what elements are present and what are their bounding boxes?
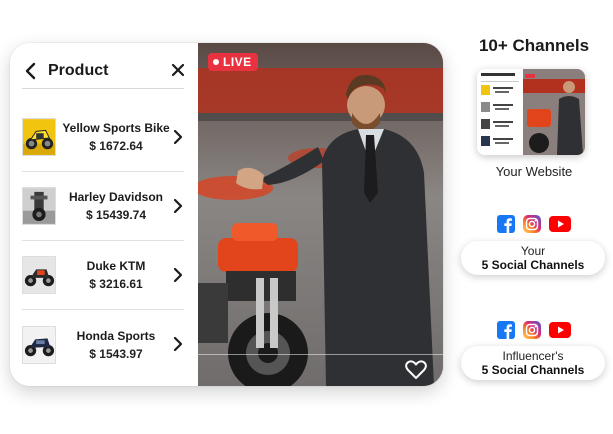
product-name: Harley Davidson (68, 190, 164, 204)
social-icons-row (489, 214, 579, 234)
product-thumbnail (22, 187, 56, 225)
chevron-right-icon[interactable] (172, 267, 184, 283)
product-price: $ 1543.97 (89, 346, 143, 361)
chevron-right-icon[interactable] (172, 198, 184, 214)
product-thumbnail (22, 118, 56, 156)
product-panel: Product Yellow Sports Bike $ 1672.64 Har… (10, 43, 198, 386)
showroom-video-frame (198, 43, 443, 386)
duke-bike-image (23, 257, 55, 293)
website-preview-image (477, 69, 585, 155)
website-label: Your Website (495, 164, 573, 179)
divider (198, 354, 443, 355)
live-video[interactable]: LIVE (198, 43, 443, 386)
pill-line-1: Your (520, 244, 546, 258)
your-social-channels-pill: Your 5 Social Channels (461, 241, 605, 275)
live-shopping-card: Product Yellow Sports Bike $ 1672.64 Har… (10, 43, 443, 386)
honda-bike-image (23, 326, 55, 363)
product-info: Honda Sports $ 1543.97 (56, 328, 184, 362)
product-name: Duke KTM (86, 259, 146, 273)
pill-line-1: Influencer's (502, 349, 564, 363)
close-icon[interactable] (170, 62, 186, 78)
divider (22, 88, 184, 89)
product-list: Yellow Sports Bike $ 1672.64 Harley Davi… (22, 103, 184, 379)
yellow-bike-image (23, 119, 55, 155)
product-name: Honda Sports (76, 328, 156, 343)
product-item-harley-davidson[interactable]: Harley Davidson $ 15439.74 (22, 172, 184, 241)
live-badge: LIVE (208, 53, 258, 71)
pill-line-2: 5 Social Channels (481, 258, 585, 272)
chevron-right-icon[interactable] (172, 336, 184, 352)
product-item-yellow-sports-bike[interactable]: Yellow Sports Bike $ 1672.64 (22, 103, 184, 172)
pill-line-2: 5 Social Channels (481, 363, 585, 377)
product-price: $ 15439.74 (85, 208, 147, 222)
youtube-icon[interactable] (549, 216, 571, 232)
product-thumbnail (22, 256, 56, 294)
product-info: Harley Davidson $ 15439.74 (56, 189, 184, 223)
instagram-icon[interactable] (523, 321, 541, 339)
panel-title: Product (48, 62, 109, 79)
instagram-icon[interactable] (523, 215, 541, 233)
live-dot (213, 59, 219, 65)
website-preview (477, 69, 585, 155)
product-price: $ 1672.64 (89, 139, 143, 153)
product-price: $ 3216.61 (89, 277, 143, 291)
back-arrow-icon[interactable] (22, 62, 40, 80)
influencer-social-channels-pill: Influencer's 5 Social Channels (461, 346, 605, 380)
product-info: Yellow Sports Bike $ 1672.64 (56, 120, 184, 154)
live-label: LIVE (223, 55, 252, 69)
facebook-icon[interactable] (497, 321, 515, 339)
product-info: Duke KTM $ 3216.61 (56, 258, 184, 292)
product-item-duke-ktm[interactable]: Duke KTM $ 3216.61 (22, 241, 184, 310)
facebook-icon[interactable] (497, 215, 515, 233)
harley-bike-image (23, 188, 55, 224)
channels-title: 10+ Channels (478, 36, 590, 55)
product-thumbnail (22, 325, 56, 364)
heart-icon[interactable] (405, 360, 427, 380)
chevron-right-icon[interactable] (172, 129, 184, 145)
product-panel-header: Product (22, 57, 186, 85)
product-name: Yellow Sports Bike (62, 121, 170, 135)
youtube-icon[interactable] (549, 322, 571, 338)
product-item-honda-sports[interactable]: Honda Sports $ 1543.97 (22, 310, 184, 379)
influencer-social-icons-row (489, 320, 579, 340)
